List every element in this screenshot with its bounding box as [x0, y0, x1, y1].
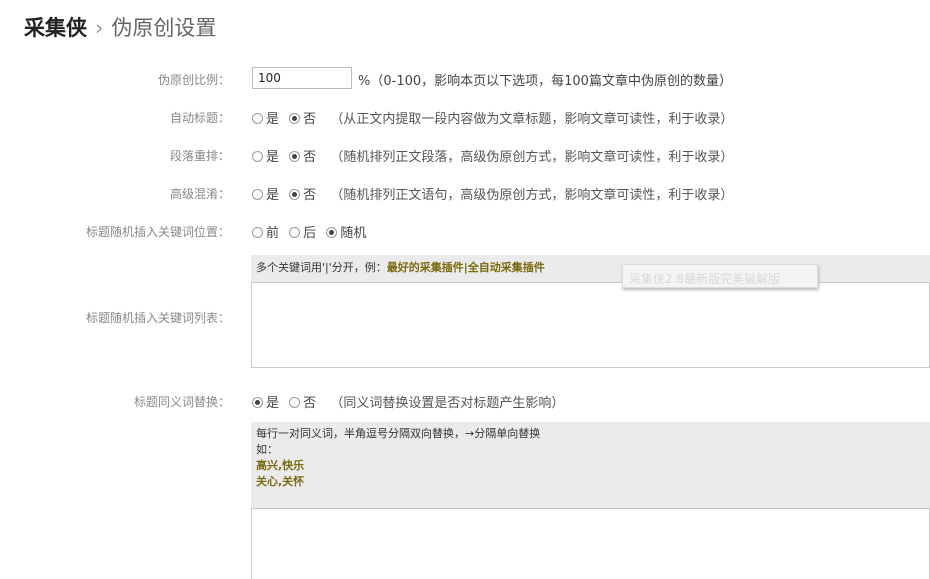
radio-checked-icon[interactable] — [289, 113, 301, 124]
auto-title-option-no[interactable]: 否 — [289, 112, 316, 127]
auto-title-label: 自动标题： — [169, 111, 230, 125]
advanced-mix-option-yes[interactable]: 是 — [252, 188, 279, 203]
auto-title-option-yes[interactable]: 是 — [252, 112, 279, 127]
advanced-mix-label: 高级混淆： — [169, 187, 230, 201]
synonym-replace-option-no[interactable]: 否 — [289, 396, 316, 411]
synonym-help-line1: 每行一对同义词，半角逗号分隔双向替换，→分隔单向替换 — [256, 427, 541, 440]
radio-unchecked-icon[interactable] — [252, 151, 263, 162]
advanced-mix-hint: （随机排列正文语句，高级伪原创方式，影响文章可读性，利于收录） — [330, 188, 734, 203]
paragraph-shuffle-option-no[interactable]: 否 — [289, 150, 316, 165]
ratio-label: 伪原创比例： — [157, 73, 230, 87]
keyword-list-label: 标题随机插入关键词列表： — [85, 311, 230, 325]
paragraph-shuffle-hint: （随机排列正文段落，高级伪原创方式，影响文章可读性，利于收录） — [330, 150, 734, 165]
radio-checked-icon[interactable] — [289, 189, 301, 200]
watermark-tooltip: 采集侠2.8最新版完美破解版 — [622, 264, 818, 288]
synonym-example-2: 关心,关怀 — [256, 475, 305, 488]
radio-unchecked-icon[interactable] — [289, 227, 301, 238]
ratio-input[interactable] — [252, 67, 352, 89]
synonym-replace-label: 标题同义词替换： — [133, 395, 230, 409]
synonym-list-help: 每行一对同义词，半角逗号分隔双向替换，→分隔单向替换 如： 高兴,快乐 关心,关… — [251, 422, 930, 508]
breadcrumb: 采集侠 › 伪原创设置 — [24, 12, 216, 42]
radio-checked-icon[interactable] — [252, 397, 263, 408]
keyword-position-option-front[interactable]: 前 — [252, 226, 279, 241]
synonym-help-line2: 如： — [256, 443, 278, 456]
keyword-position-label: 标题随机插入关键词位置： — [85, 225, 230, 239]
app-name: 采集侠 — [24, 16, 87, 40]
radio-unchecked-icon[interactable] — [252, 189, 263, 200]
paragraph-shuffle-option-yes[interactable]: 是 — [252, 150, 279, 165]
radio-checked-icon[interactable] — [326, 227, 338, 238]
breadcrumb-separator: › — [95, 16, 104, 40]
radio-checked-icon[interactable] — [289, 151, 301, 162]
synonym-replace-hint: （同义词替换设置是否对标题产生影响） — [330, 396, 565, 411]
auto-title-hint: （从正文内提取一段内容做为文章标题，影响文章可读性，利于收录） — [330, 112, 734, 127]
page-title: 伪原创设置 — [111, 16, 217, 40]
synonym-replace-option-yes[interactable]: 是 — [252, 396, 279, 411]
radio-unchecked-icon[interactable] — [252, 113, 263, 124]
paragraph-shuffle-label: 段落重排： — [169, 149, 230, 163]
auto-title-options: 是 否 （从正文内提取一段内容做为文章标题，影响文章可读性，利于收录） — [252, 108, 733, 127]
keyword-position-options: 前 后 随机 — [252, 222, 372, 241]
radio-unchecked-icon[interactable] — [289, 397, 301, 408]
keyword-position-option-back[interactable]: 后 — [289, 226, 316, 241]
advanced-mix-options: 是 否 （随机排列正文语句，高级伪原创方式，影响文章可读性，利于收录） — [252, 184, 733, 203]
radio-unchecked-icon[interactable] — [252, 227, 263, 238]
keyword-list-textarea[interactable] — [251, 282, 930, 368]
keyword-list-help-example: 最好的采集插件|全自动采集插件 — [386, 261, 545, 274]
synonym-replace-options: 是 否 （同义词替换设置是否对标题产生影响） — [252, 392, 564, 411]
paragraph-shuffle-options: 是 否 （随机排列正文段落，高级伪原创方式，影响文章可读性，利于收录） — [252, 146, 733, 165]
advanced-mix-option-no[interactable]: 否 — [289, 188, 316, 203]
ratio-hint: %（0-100，影响本页以下选项，每100篇文章中伪原创的数量） — [358, 74, 732, 89]
synonym-list-textarea[interactable] — [251, 508, 930, 579]
keyword-list-help: 多个关键词用'|'分开，例：最好的采集插件|全自动采集插件 — [251, 255, 930, 282]
synonym-example-1: 高兴,快乐 — [256, 459, 305, 472]
keyword-list-help-text: 多个关键词用'|'分开，例： — [256, 261, 387, 274]
keyword-position-option-random[interactable]: 随机 — [326, 226, 366, 241]
